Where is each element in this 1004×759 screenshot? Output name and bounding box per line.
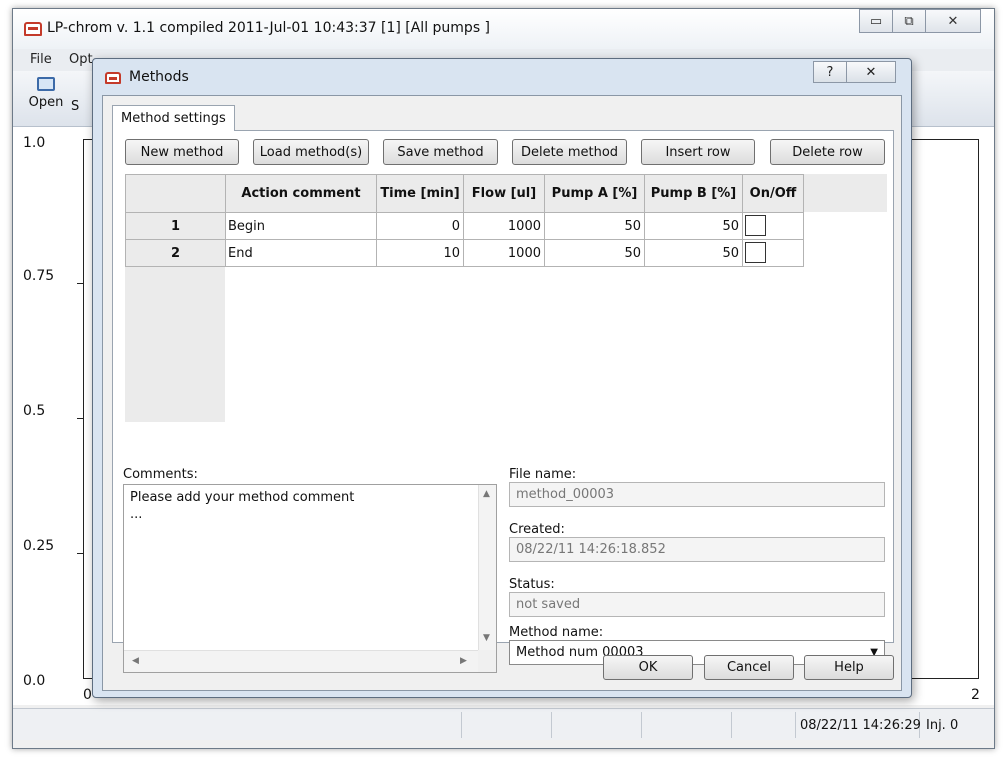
y-tick-label: 1.0	[23, 135, 46, 151]
y-tick-mark	[77, 418, 83, 419]
y-tick-label: 0.25	[23, 538, 55, 554]
y-tick-mark	[77, 283, 83, 284]
method-name-label: Method name:	[509, 625, 604, 640]
cell-action-comment[interactable]: End	[226, 240, 377, 267]
main-title-bar[interactable]: LP-chrom v. 1.1 compiled 2011-Jul-01 10:…	[13, 9, 994, 49]
dialog-client: Method settings New method Load method(s…	[102, 95, 902, 691]
row-header-2[interactable]: 2	[125, 240, 226, 267]
status-injection: Inj. 0	[926, 718, 959, 733]
status-label: Status:	[509, 577, 555, 592]
cell-on-off	[743, 240, 804, 267]
open-folder-icon	[37, 77, 55, 91]
dialog-help-button[interactable]: ?	[813, 61, 847, 83]
y-tick-mark	[77, 553, 83, 554]
cell-time[interactable]: 10	[377, 240, 464, 267]
restore-icon: ⧉	[904, 13, 914, 29]
delete-method-button[interactable]: Delete method	[512, 139, 627, 165]
created-field[interactable]: 08/22/11 14:26:18.852	[509, 537, 885, 562]
status-separator	[641, 712, 642, 738]
row-header-1[interactable]: 1	[125, 213, 226, 240]
new-method-button[interactable]: New method	[125, 139, 239, 165]
minimize-button[interactable]: ▭	[859, 9, 893, 33]
scroll-right-icon[interactable]: ▶	[460, 656, 467, 666]
col-header-on-off[interactable]: On/Off	[743, 174, 804, 213]
on-off-checkbox[interactable]	[745, 215, 766, 236]
cell-pump-a[interactable]: 50	[545, 213, 645, 240]
y-tick-label: 0.75	[23, 268, 55, 284]
cell-on-off	[743, 213, 804, 240]
dialog-title: Methods	[129, 69, 189, 85]
delete-row-button[interactable]: Delete row	[770, 139, 885, 165]
scroll-up-icon[interactable]: ▲	[483, 489, 490, 499]
main-window-title: LP-chrom v. 1.1 compiled 2011-Jul-01 10:…	[47, 20, 491, 36]
scrollbar-corner	[478, 650, 496, 672]
help-button[interactable]: Help	[804, 655, 894, 680]
close-icon: ✕	[947, 13, 959, 29]
help-icon: ?	[826, 64, 834, 80]
status-datetime: 08/22/11 14:26:29	[800, 718, 921, 733]
dialog-close-button[interactable]: ✕	[846, 61, 896, 83]
comments-text: Please add your method comment ...	[130, 490, 355, 522]
comments-horizontal-scrollbar[interactable]: ◀ ▶	[124, 650, 479, 672]
load-methods-button[interactable]: Load method(s)	[253, 139, 369, 165]
save-tool-label: S	[71, 99, 80, 114]
dialog-title-bar[interactable]: Methods ? ✕	[93, 59, 911, 95]
comments-vertical-scrollbar[interactable]: ▲ ▼	[478, 485, 496, 650]
close-icon: ✕	[865, 64, 877, 80]
cell-pump-b[interactable]: 50	[645, 240, 743, 267]
file-name-field[interactable]: method_00003	[509, 482, 885, 507]
x-tick-label: 2	[971, 687, 980, 703]
x-tick-label: 0	[83, 687, 92, 703]
app-logo-icon	[105, 72, 121, 84]
minimize-icon: ▭	[869, 13, 883, 29]
open-tool-label: Open	[28, 95, 64, 110]
scroll-down-icon[interactable]: ▼	[483, 633, 490, 643]
window-close-button[interactable]: ✕	[925, 9, 981, 33]
col-header-action-comment[interactable]: Action comment	[226, 174, 377, 213]
method-steps-grid: Action comment Time [min] Flow [ul] Pump…	[125, 174, 887, 422]
save-method-button[interactable]: Save method	[383, 139, 498, 165]
grid-corner-cell	[125, 174, 226, 213]
restore-button[interactable]: ⧉	[892, 9, 926, 33]
status-field[interactable]: not saved	[509, 592, 885, 617]
comments-textarea[interactable]: Please add your method comment ... ▲ ▼ ◀…	[123, 484, 497, 673]
app-logo-icon	[24, 22, 42, 36]
status-separator	[551, 712, 552, 738]
save-tool-button[interactable]: S	[71, 77, 91, 114]
status-separator	[795, 712, 796, 738]
scroll-left-icon[interactable]: ◀	[132, 656, 139, 666]
cell-pump-b[interactable]: 50	[645, 213, 743, 240]
status-bar: 08/22/11 14:26:29 Inj. 0	[13, 708, 994, 740]
y-tick-label: 0.0	[23, 673, 46, 689]
open-tool-button[interactable]: Open	[21, 77, 71, 110]
tab-method-settings[interactable]: Method settings	[112, 105, 235, 131]
cell-action-comment[interactable]: Begin	[226, 213, 377, 240]
menu-file[interactable]: File	[30, 52, 52, 67]
comments-label: Comments:	[123, 467, 198, 482]
col-header-pump-a[interactable]: Pump A [%]	[545, 174, 645, 213]
col-header-time[interactable]: Time [min]	[377, 174, 464, 213]
cell-flow[interactable]: 1000	[464, 240, 545, 267]
cell-flow[interactable]: 1000	[464, 213, 545, 240]
y-tick-label: 0.5	[23, 403, 46, 419]
status-separator	[461, 712, 462, 738]
col-header-pump-b[interactable]: Pump B [%]	[645, 174, 743, 213]
cancel-button[interactable]: Cancel	[704, 655, 794, 680]
cell-time[interactable]: 0	[377, 213, 464, 240]
status-separator	[731, 712, 732, 738]
col-header-flow[interactable]: Flow [ul]	[464, 174, 545, 213]
method-settings-panel: New method Load method(s) Save method De…	[112, 130, 894, 673]
cell-pump-a[interactable]: 50	[545, 240, 645, 267]
file-name-label: File name:	[509, 467, 577, 482]
methods-dialog: Methods ? ✕ Method settings New method L…	[92, 58, 912, 698]
created-label: Created:	[509, 522, 565, 537]
ok-button[interactable]: OK	[603, 655, 693, 680]
on-off-checkbox[interactable]	[745, 242, 766, 263]
menu-options[interactable]: Opt	[69, 52, 93, 67]
insert-row-button[interactable]: Insert row	[641, 139, 755, 165]
